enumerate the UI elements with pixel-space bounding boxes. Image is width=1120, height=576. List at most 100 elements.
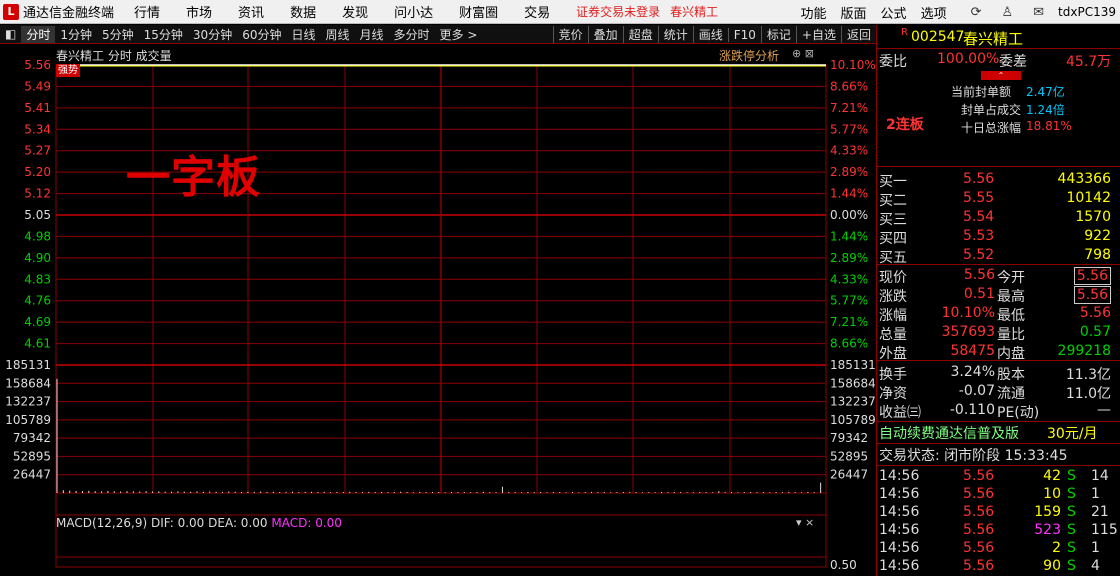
menu-function[interactable]: 功能 xyxy=(801,3,827,22)
tick-volume: 159 xyxy=(1034,504,1061,520)
menu-ask[interactable]: 问小达 xyxy=(394,2,433,21)
back-button[interactable]: 返回 xyxy=(840,26,876,43)
ad-price[interactable]: 30元/月 xyxy=(1047,423,1098,443)
order-diff-value: 45.7万 xyxy=(1066,54,1112,70)
quote-label: 今开 xyxy=(997,270,1025,286)
menu-wealth[interactable]: 财富圈 xyxy=(459,2,498,21)
super-order-button[interactable]: 超盘 xyxy=(622,26,658,43)
intraday-chart[interactable]: 5.56 10.10% 5.49 8.66% 5.41 7.21% 5.34 5.77% 5.2… xyxy=(0,45,876,576)
price-tick-label: 5.05 xyxy=(24,208,51,222)
add-watchlist-button[interactable]: +自选 xyxy=(795,26,841,43)
volume-tick-label-right: 105789 xyxy=(830,413,876,427)
stats-button[interactable]: 统计 xyxy=(657,26,693,43)
auction-button[interactable]: 竞价 xyxy=(552,26,588,43)
bid-row[interactable]: 买四 5.53 922 xyxy=(877,228,1120,247)
macd-axis-label: 0.50 xyxy=(830,558,857,572)
overlay-button[interactable]: 叠加 xyxy=(587,26,623,43)
one-word-board-annotation: 一字板 xyxy=(126,152,261,203)
strong-tag: 强势 xyxy=(56,64,80,77)
pct-tick-label: 5.77% xyxy=(830,122,868,136)
tick-count: 115 xyxy=(1091,522,1118,538)
menu-trade[interactable]: 交易 xyxy=(524,2,550,21)
menu-quotes[interactable]: 行情 xyxy=(134,2,160,21)
fund-value: -0.110 xyxy=(949,402,995,418)
intraday-chart-svg: 5.56 10.10% 5.49 8.66% 5.41 7.21% 5.34 5.77% 5.2… xyxy=(5,58,876,568)
tick-direction: S xyxy=(1067,504,1076,520)
tick-time: 14:56 xyxy=(879,540,920,556)
bid-price: 5.54 xyxy=(963,209,995,225)
tab-monthly[interactable]: 月线 xyxy=(355,26,389,43)
quote-row[interactable]: 涨幅 10.10% 最低 5.56 xyxy=(877,305,1120,324)
quote-panel: R 002547 春兴精工 委比 100.00% 委差 45.7万 ⌃ 当前封单… xyxy=(876,25,1120,576)
period-toolbar: ◧ 分时 1分钟 5分钟 15分钟 30分钟 60分钟 日线 周线 月线 多分时… xyxy=(0,25,876,44)
pct-tick-label: 8.66% xyxy=(830,337,868,351)
bid-label: 买二 xyxy=(879,193,907,209)
collapse-arrow-icon[interactable]: ⌃ xyxy=(981,71,1021,80)
tab-30min[interactable]: 30分钟 xyxy=(188,26,237,43)
macd-controls[interactable]: ▾ × xyxy=(796,516,814,529)
quote-value: 299218 xyxy=(1057,343,1111,359)
quote-row[interactable]: 总量 357693 量比 0.57 xyxy=(877,324,1120,343)
tick-row[interactable]: 14:56 5.56 10 S 1 xyxy=(877,486,1120,505)
f10-button[interactable]: F10 xyxy=(727,27,761,42)
fund-row[interactable]: 净资 -0.07 流通 11.0亿 xyxy=(877,383,1120,402)
price-tick-label: 4.98 xyxy=(24,229,51,243)
tick-row[interactable]: 14:56 5.56 90 S 4 xyxy=(877,558,1120,576)
chart-window-icons[interactable]: ⊕ ⊠ xyxy=(792,47,814,60)
collapse-icon[interactable]: ◧ xyxy=(0,27,21,41)
tab-5min[interactable]: 5分钟 xyxy=(97,26,139,43)
quote-row[interactable]: 涨跌 0.51 最高 5.56 xyxy=(877,286,1120,305)
tick-row[interactable]: 14:56 5.56 159 S 21 xyxy=(877,504,1120,523)
tick-count: 14 xyxy=(1091,468,1109,484)
tab-multi-intraday[interactable]: 多分时 xyxy=(389,26,435,43)
menu-formula[interactable]: 公式 xyxy=(881,3,907,22)
user-icon[interactable]: ♙ xyxy=(1001,5,1013,20)
ad-row[interactable]: 自动续费通达信普及版 30元/月 xyxy=(877,423,1120,442)
menu-discover[interactable]: 发现 xyxy=(342,2,368,21)
chart-header: 春兴精工 分时 成交量 xyxy=(56,49,172,63)
price-tick-label: 5.27 xyxy=(24,144,51,158)
bid-row[interactable]: 买三 5.54 1570 xyxy=(877,209,1120,228)
stock-header: R 002547 春兴精工 xyxy=(877,27,1120,48)
draw-line-button[interactable]: 画线 xyxy=(692,26,728,43)
menubar: L 通达信金融终端 行情 市场 资讯 数据 发现 问小达 财富圈 交易 证券交易… xyxy=(0,0,1120,24)
tab-15min[interactable]: 15分钟 xyxy=(139,26,188,43)
mark-button[interactable]: 标记 xyxy=(760,26,796,43)
stock-code: 002547 xyxy=(911,29,965,45)
tab-intraday[interactable]: 分时 xyxy=(21,25,56,43)
tab-daily[interactable]: 日线 xyxy=(286,26,320,43)
quote-label: 最低 xyxy=(997,308,1025,324)
fund-value: 11.3亿 xyxy=(1065,367,1111,383)
fund-label: 收益㈢ xyxy=(879,405,921,421)
mail-icon[interactable]: ✉ xyxy=(1033,5,1044,20)
fund-row[interactable]: 收益㈢ -0.110 PE(动) — xyxy=(877,402,1120,421)
service-icon[interactable]: ⟳ xyxy=(971,5,982,20)
bid-row[interactable]: 买二 5.55 10142 xyxy=(877,190,1120,209)
quote-value: 0.51 xyxy=(963,286,995,302)
menu-data[interactable]: 数据 xyxy=(290,2,316,21)
price-tick-label: 5.49 xyxy=(24,79,51,93)
menu-options[interactable]: 选项 xyxy=(921,3,947,22)
trade-state: 交易状态: 闭市阶段 15:33:45 xyxy=(879,448,1068,464)
tick-direction: S xyxy=(1067,486,1076,502)
tab-1min[interactable]: 1分钟 xyxy=(55,26,97,43)
tick-time: 14:56 xyxy=(879,486,920,502)
bid-price: 5.53 xyxy=(963,228,995,244)
tab-60min[interactable]: 60分钟 xyxy=(237,26,286,43)
quote-row[interactable]: 现价 5.56 今开 5.56 xyxy=(877,267,1120,286)
menu-market[interactable]: 市场 xyxy=(186,2,212,21)
tick-row[interactable]: 14:56 5.56 523 S 115 xyxy=(877,522,1120,541)
tick-count: 1 xyxy=(1091,540,1100,556)
trade-login-notice[interactable]: 证券交易未登录 xyxy=(576,3,660,20)
tab-more[interactable]: 更多 > xyxy=(435,26,483,43)
tick-row[interactable]: 14:56 5.56 2 S 1 xyxy=(877,540,1120,559)
ad-text[interactable]: 自动续费通达信普及版 xyxy=(879,423,1019,443)
bid-row[interactable]: 买一 5.56 443366 xyxy=(877,171,1120,190)
menu-news[interactable]: 资讯 xyxy=(238,2,264,21)
fund-row[interactable]: 换手 3.24% 股本 11.3亿 xyxy=(877,364,1120,383)
tick-row[interactable]: 14:56 5.56 42 S 14 xyxy=(877,468,1120,487)
limit-analysis-link[interactable]: 涨跌停分析 xyxy=(719,47,779,64)
tab-weekly[interactable]: 周线 xyxy=(321,26,355,43)
menu-layout[interactable]: 版面 xyxy=(841,3,867,22)
price-tick-label: 4.90 xyxy=(24,251,51,265)
